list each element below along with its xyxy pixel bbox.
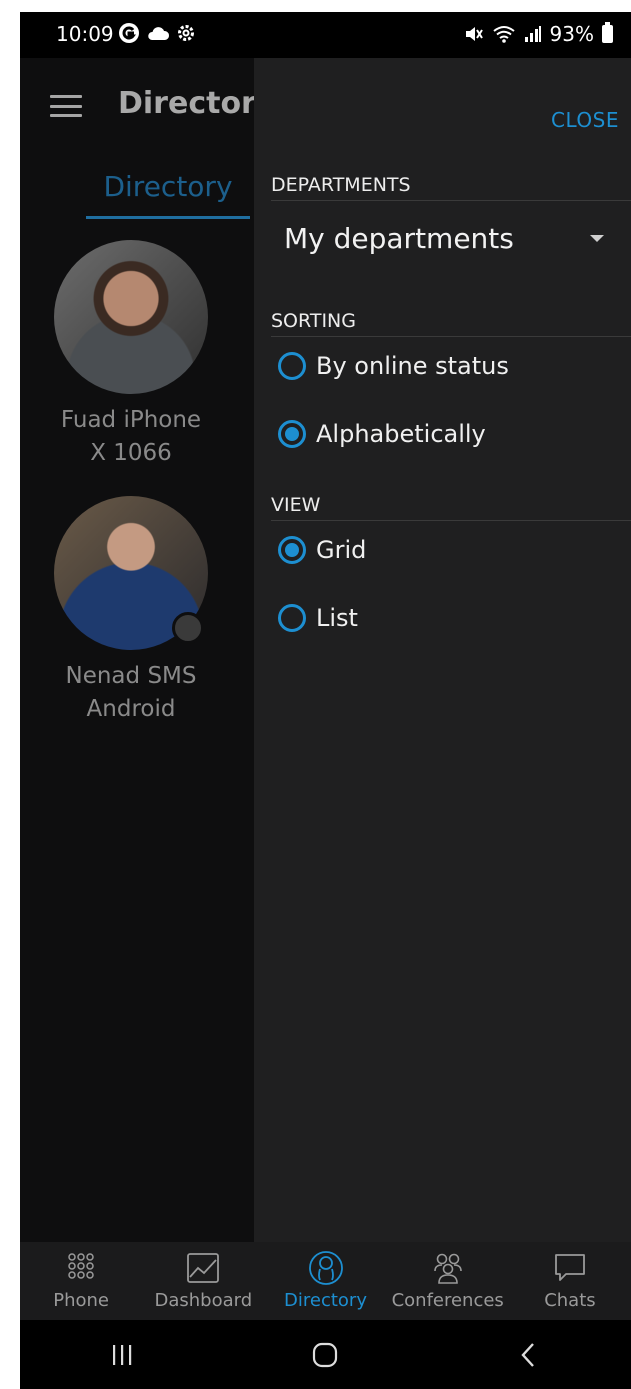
dropdown-caret-icon — [590, 234, 604, 242]
dialpad-icon — [68, 1253, 94, 1279]
cloud-icon — [148, 27, 170, 40]
settings-gear-icon — [178, 25, 194, 41]
view-option-label: Grid — [316, 536, 367, 564]
nav-chats[interactable]: Chats — [509, 1242, 631, 1320]
mute-icon — [465, 27, 483, 41]
nav-label: Chats — [544, 1290, 596, 1311]
radio-checked-icon[interactable] — [278, 420, 306, 448]
radio-checked-icon[interactable] — [278, 536, 306, 564]
view-list-option[interactable]: List — [278, 604, 358, 632]
home-button[interactable] — [295, 1335, 355, 1375]
tab-directory[interactable]: Directory — [86, 158, 250, 219]
status-bar: 10:09 93% — [20, 12, 631, 58]
signal-icon — [524, 26, 541, 42]
directory-person-icon — [308, 1251, 343, 1285]
radio-unchecked-icon[interactable] — [278, 604, 306, 632]
status-time: 10:09 — [56, 22, 114, 46]
back-chevron-icon — [521, 1342, 535, 1367]
avatar — [54, 496, 208, 650]
view-section-title: VIEW — [271, 494, 631, 521]
app-notification-icon — [119, 23, 139, 43]
sort-option-label: Alphabetically — [316, 420, 486, 448]
offline-status-dot — [172, 612, 204, 644]
view-option-label: List — [316, 604, 358, 632]
battery-percentage: 93% — [549, 22, 594, 46]
sort-by-online-status-option[interactable]: By online status — [278, 352, 509, 380]
system-navigation-bar — [20, 1320, 631, 1389]
recent-apps-button[interactable] — [92, 1335, 152, 1375]
sort-alphabetically-option[interactable]: Alphabetically — [278, 420, 486, 448]
nav-label: Dashboard — [154, 1290, 253, 1311]
departments-dropdown[interactable]: My departments — [284, 216, 604, 260]
radio-unchecked-icon[interactable] — [278, 352, 306, 380]
nav-label: Conferences — [391, 1290, 504, 1311]
menu-icon[interactable] — [50, 95, 82, 117]
view-grid-option[interactable]: Grid — [278, 536, 366, 564]
phone-screen: 10:09 93% Directory Directory Fuad iPhon… — [20, 12, 631, 1389]
contact-name-line2: Android — [86, 696, 176, 722]
contact-name-line1: Fuad iPhone — [60, 407, 202, 433]
contact-name-line2: X 1066 — [90, 440, 172, 466]
contact-name-line1: Nenad SMS — [65, 663, 197, 689]
contact-card[interactable]: Fuad iPhone X 1066 — [20, 240, 242, 470]
sorting-section-title: SORTING — [271, 310, 631, 337]
departments-selected-value: My departments — [284, 221, 514, 255]
filter-drawer: CLOSE DEPARTMENTS My departments SORTING… — [254, 58, 631, 1254]
group-people-icon — [433, 1253, 462, 1284]
sort-option-label: By online status — [316, 352, 509, 380]
nav-dashboard[interactable]: Dashboard — [142, 1242, 264, 1320]
home-icon — [313, 1342, 338, 1367]
nav-conferences[interactable]: Conferences — [387, 1242, 509, 1320]
contact-card[interactable]: Nenad SMS Android — [20, 496, 242, 726]
chart-icon — [187, 1253, 220, 1283]
recent-apps-icon — [112, 1344, 132, 1365]
battery-icon — [602, 22, 613, 43]
nav-directory[interactable]: Directory — [264, 1242, 386, 1320]
nav-label: Directory — [284, 1290, 367, 1311]
departments-section-title: DEPARTMENTS — [271, 174, 631, 201]
nav-label: Phone — [53, 1290, 109, 1311]
close-button[interactable]: CLOSE — [551, 108, 619, 132]
nav-phone[interactable]: Phone — [20, 1242, 142, 1320]
back-button[interactable] — [499, 1335, 559, 1375]
page-title: Directory — [118, 86, 276, 121]
bottom-navigation: Phone Dashboard Directory Conferences Ch… — [20, 1242, 631, 1320]
chat-bubble-icon — [555, 1254, 585, 1281]
wifi-icon — [492, 26, 515, 43]
avatar — [54, 240, 208, 394]
